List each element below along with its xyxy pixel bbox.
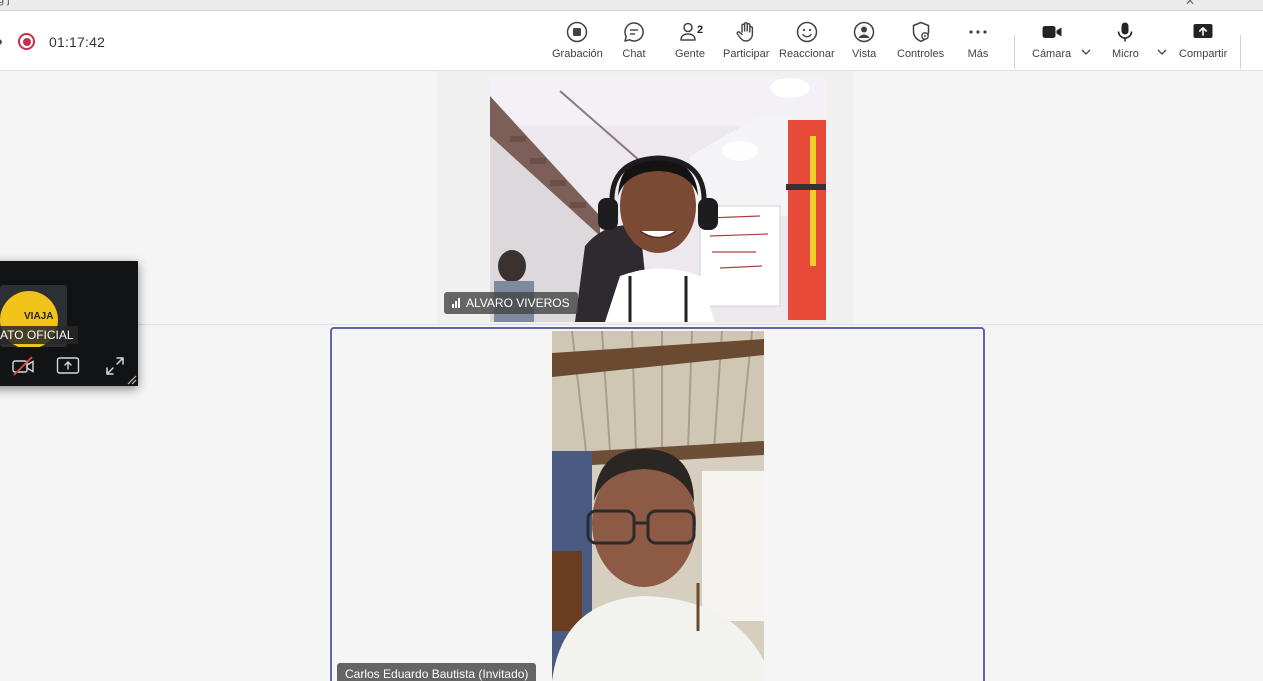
controls-label: Controles [897,48,945,60]
mic-button[interactable]: Micro [1112,20,1139,66]
participant-name-tag: Carlos Eduardo Bautista (Invitado) [337,663,537,681]
camera-button[interactable]: Cámara [1032,20,1071,66]
close-icon[interactable]: ✕ [1185,0,1195,8]
recording-label: Grabación [552,48,603,60]
camera-options-chevron-down-icon[interactable] [1079,45,1093,59]
camera-label: Cámara [1032,48,1072,60]
raise-hand-button[interactable]: Participar [723,20,769,66]
chat-icon [624,22,644,42]
share-screen-icon [1193,24,1213,38]
hand-icon [736,22,754,42]
controls-button[interactable]: Controles [897,20,944,66]
chat-button[interactable]: Chat [622,20,646,66]
mic-label: Micro [1112,48,1139,60]
participant-name-tag: ALVARO VIVEROS [444,292,578,314]
smiley-icon [796,21,818,43]
react-button[interactable]: Reaccionar [779,20,835,66]
microphone-icon [1118,22,1133,42]
video-frame-image [490,76,826,322]
share-screen-icon[interactable] [55,353,81,379]
raise-hand-label: Participar [723,48,770,60]
people-count-badge: 2 [697,24,704,36]
window-titlebar: g j ✕ [0,0,1263,11]
video-frame-image [552,331,764,681]
participant-name: ALVARO VIVEROS [466,296,570,310]
more-button[interactable]: Más [966,20,990,66]
meeting-toolbar: ◗ 01:17:42 Grabación Chat 2 Gente Partic… [0,11,1263,71]
view-button[interactable]: Vista [852,20,876,66]
share-button[interactable]: Compartir [1179,20,1227,66]
pip-name-tag: ATO OFICIAL [0,326,78,344]
chat-label: Chat [622,48,646,60]
participant-video-carlos[interactable] [552,331,764,681]
people-button[interactable]: 2 Gente [675,20,705,66]
view-label: Vista [852,48,877,60]
window-title: g j [0,0,10,6]
recording-button[interactable]: Grabación [552,20,603,66]
toolbar-divider-end [1240,35,1241,69]
toolbar-divider [1014,35,1015,69]
logo-text: VIAJA [24,311,54,322]
people-label: Gente [675,48,705,60]
more-label: Más [967,48,989,60]
meeting-timer: 01:17:42 [49,34,106,50]
stage-divider [0,324,1263,325]
participant-video-alvaro[interactable] [490,76,826,322]
stop-recording-icon [567,21,588,43]
shield-icon: ◗ [0,33,5,49]
self-view-pip[interactable]: VIAJA ATO OFICIAL [0,261,138,386]
mic-options-chevron-down-icon[interactable] [1155,45,1169,59]
resize-handle-icon[interactable] [125,373,137,385]
more-icon [969,30,987,34]
react-label: Reaccionar [779,48,835,60]
view-icon [853,21,875,43]
share-label: Compartir [1179,48,1228,60]
camera-off-icon[interactable] [10,353,36,379]
recording-indicator-icon [18,33,35,50]
signal-bars-icon [452,298,460,308]
shield-gear-icon [912,21,929,43]
camera-icon [1042,26,1062,38]
